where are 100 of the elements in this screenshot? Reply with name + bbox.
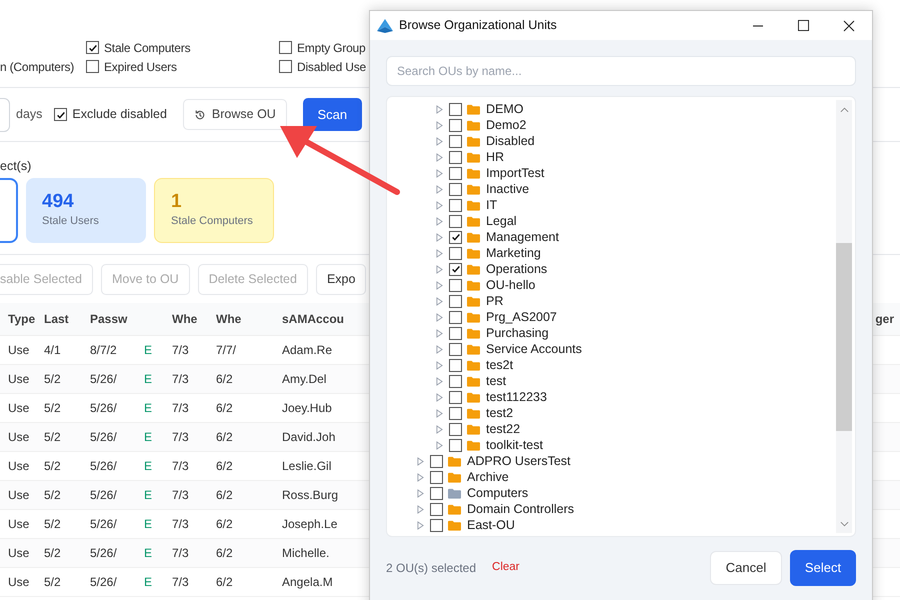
option-label: Disabled Use: [297, 58, 366, 76]
checkbox[interactable]: [449, 310, 462, 324]
clear-link[interactable]: Clear: [492, 559, 520, 577]
folder-icon: [467, 248, 480, 258]
column-header[interactable]: Last: [44, 312, 69, 326]
folder-icon: [467, 136, 480, 146]
column-header[interactable]: sAMAccou: [282, 312, 344, 326]
cancel-button[interactable]: Cancel: [710, 551, 782, 585]
folder-icon: [467, 344, 480, 354]
checkbox[interactable]: [86, 60, 99, 73]
checkbox[interactable]: [449, 150, 462, 164]
checkbox[interactable]: [279, 60, 292, 73]
scroll-up-icon[interactable]: [840, 107, 848, 113]
checkbox[interactable]: [430, 502, 443, 516]
ou-label[interactable]: test2: [486, 404, 514, 422]
checkbox[interactable]: [86, 41, 99, 54]
scroll-down-icon[interactable]: [840, 521, 848, 527]
ou-label[interactable]: East-OU: [467, 516, 515, 534]
browse-ou-button[interactable]: Browse OU: [182, 99, 287, 130]
folder-icon: [467, 120, 480, 130]
ou-label[interactable]: tes2t: [486, 356, 514, 374]
column-header[interactable]: Whe: [172, 312, 198, 326]
checkbox[interactable]: [430, 470, 443, 484]
checkbox[interactable]: [449, 406, 462, 420]
checkbox[interactable]: [449, 166, 462, 180]
ou-label[interactable]: PR: [486, 292, 504, 310]
ou-label[interactable]: IT: [486, 196, 498, 214]
ou-label[interactable]: Purchasing: [486, 324, 549, 342]
table-cell: Leslie.Gil: [282, 459, 332, 473]
days-input[interactable]: [0, 98, 10, 132]
ou-label[interactable]: Management: [486, 228, 559, 246]
ou-label[interactable]: Marketing: [486, 244, 541, 262]
ou-label[interactable]: Disabled: [486, 132, 535, 150]
ou-label[interactable]: Computers: [467, 484, 528, 502]
ou-label[interactable]: Inactive: [486, 180, 530, 198]
folder-icon: [467, 328, 480, 338]
table-cell: 5/26/: [90, 401, 117, 415]
scan-button[interactable]: Scan: [302, 98, 362, 131]
checkbox[interactable]: [449, 182, 462, 196]
ou-label[interactable]: Archive: [467, 468, 509, 486]
checkbox[interactable]: [449, 262, 462, 276]
column-header[interactable]: Whe: [216, 312, 242, 326]
checkbox[interactable]: [449, 278, 462, 292]
ou-label[interactable]: Demo2: [486, 116, 526, 134]
checkbox[interactable]: [279, 41, 292, 54]
column-header[interactable]: Passw: [90, 312, 128, 326]
table-cell: Use: [8, 488, 30, 502]
checkbox[interactable]: [449, 342, 462, 356]
ou-label[interactable]: test112233: [486, 388, 547, 406]
checkbox[interactable]: [430, 486, 443, 500]
column-header[interactable]: Type: [8, 312, 36, 326]
checkbox[interactable]: [449, 374, 462, 388]
checkbox[interactable]: [449, 134, 462, 148]
checkbox[interactable]: [449, 230, 462, 244]
checkbox[interactable]: [449, 438, 462, 452]
checkbox[interactable]: [449, 326, 462, 340]
ou-label[interactable]: DEMO: [486, 100, 524, 118]
ou-label[interactable]: Service Accounts: [486, 340, 582, 358]
checkbox[interactable]: [430, 454, 443, 468]
checkbox[interactable]: [449, 102, 462, 116]
ou-label[interactable]: test: [486, 372, 506, 390]
table-cell: 5/26/: [90, 372, 117, 386]
action-button[interactable]: Expo: [316, 264, 366, 294]
table-cell: 5/2: [44, 459, 61, 473]
table-cell: 5/26/: [90, 459, 117, 473]
ou-label[interactable]: Legal: [486, 212, 517, 230]
checkbox[interactable]: [449, 246, 462, 260]
table-cell: 5/26/: [90, 575, 117, 589]
table-cell: 5/2: [44, 488, 61, 502]
close-icon[interactable]: [843, 20, 855, 32]
column-header[interactable]: ger: [875, 310, 894, 328]
maximize-icon[interactable]: [798, 20, 809, 31]
folder-icon: [467, 296, 480, 306]
ou-label[interactable]: test22: [486, 420, 520, 438]
ou-label[interactable]: Domain Controllers: [467, 500, 574, 518]
ou-label[interactable]: Operations: [486, 260, 548, 278]
checkbox[interactable]: [449, 390, 462, 404]
ou-label[interactable]: HR: [486, 148, 504, 166]
checkbox[interactable]: [449, 118, 462, 132]
checkbox[interactable]: [54, 108, 68, 121]
checkbox[interactable]: [449, 198, 462, 212]
checkbox[interactable]: [449, 294, 462, 308]
checkbox[interactable]: [449, 214, 462, 228]
ou-label[interactable]: OU-hello: [486, 276, 536, 294]
table-cell: Use: [8, 401, 30, 415]
checkbox[interactable]: [449, 422, 462, 436]
search-field[interactable]: Search OUs by name...: [386, 56, 856, 86]
table-cell: 5/26/: [90, 517, 117, 531]
table-cell: Use: [8, 372, 30, 386]
ou-label[interactable]: toolkit-test: [486, 436, 543, 454]
scrollbar[interactable]: [836, 100, 852, 533]
select-button[interactable]: Select: [790, 550, 856, 586]
checkbox[interactable]: [430, 518, 443, 532]
table-cell: Joseph.Le: [282, 517, 338, 531]
ou-label[interactable]: Prg_AS2007: [486, 308, 557, 326]
ou-label[interactable]: ImportTest: [486, 164, 544, 182]
table-cell: Joey.Hub: [282, 401, 332, 415]
scrollbar-thumb[interactable]: [836, 243, 852, 431]
checkbox[interactable]: [449, 358, 462, 372]
ou-label[interactable]: ADPRO UsersTest: [467, 452, 570, 470]
